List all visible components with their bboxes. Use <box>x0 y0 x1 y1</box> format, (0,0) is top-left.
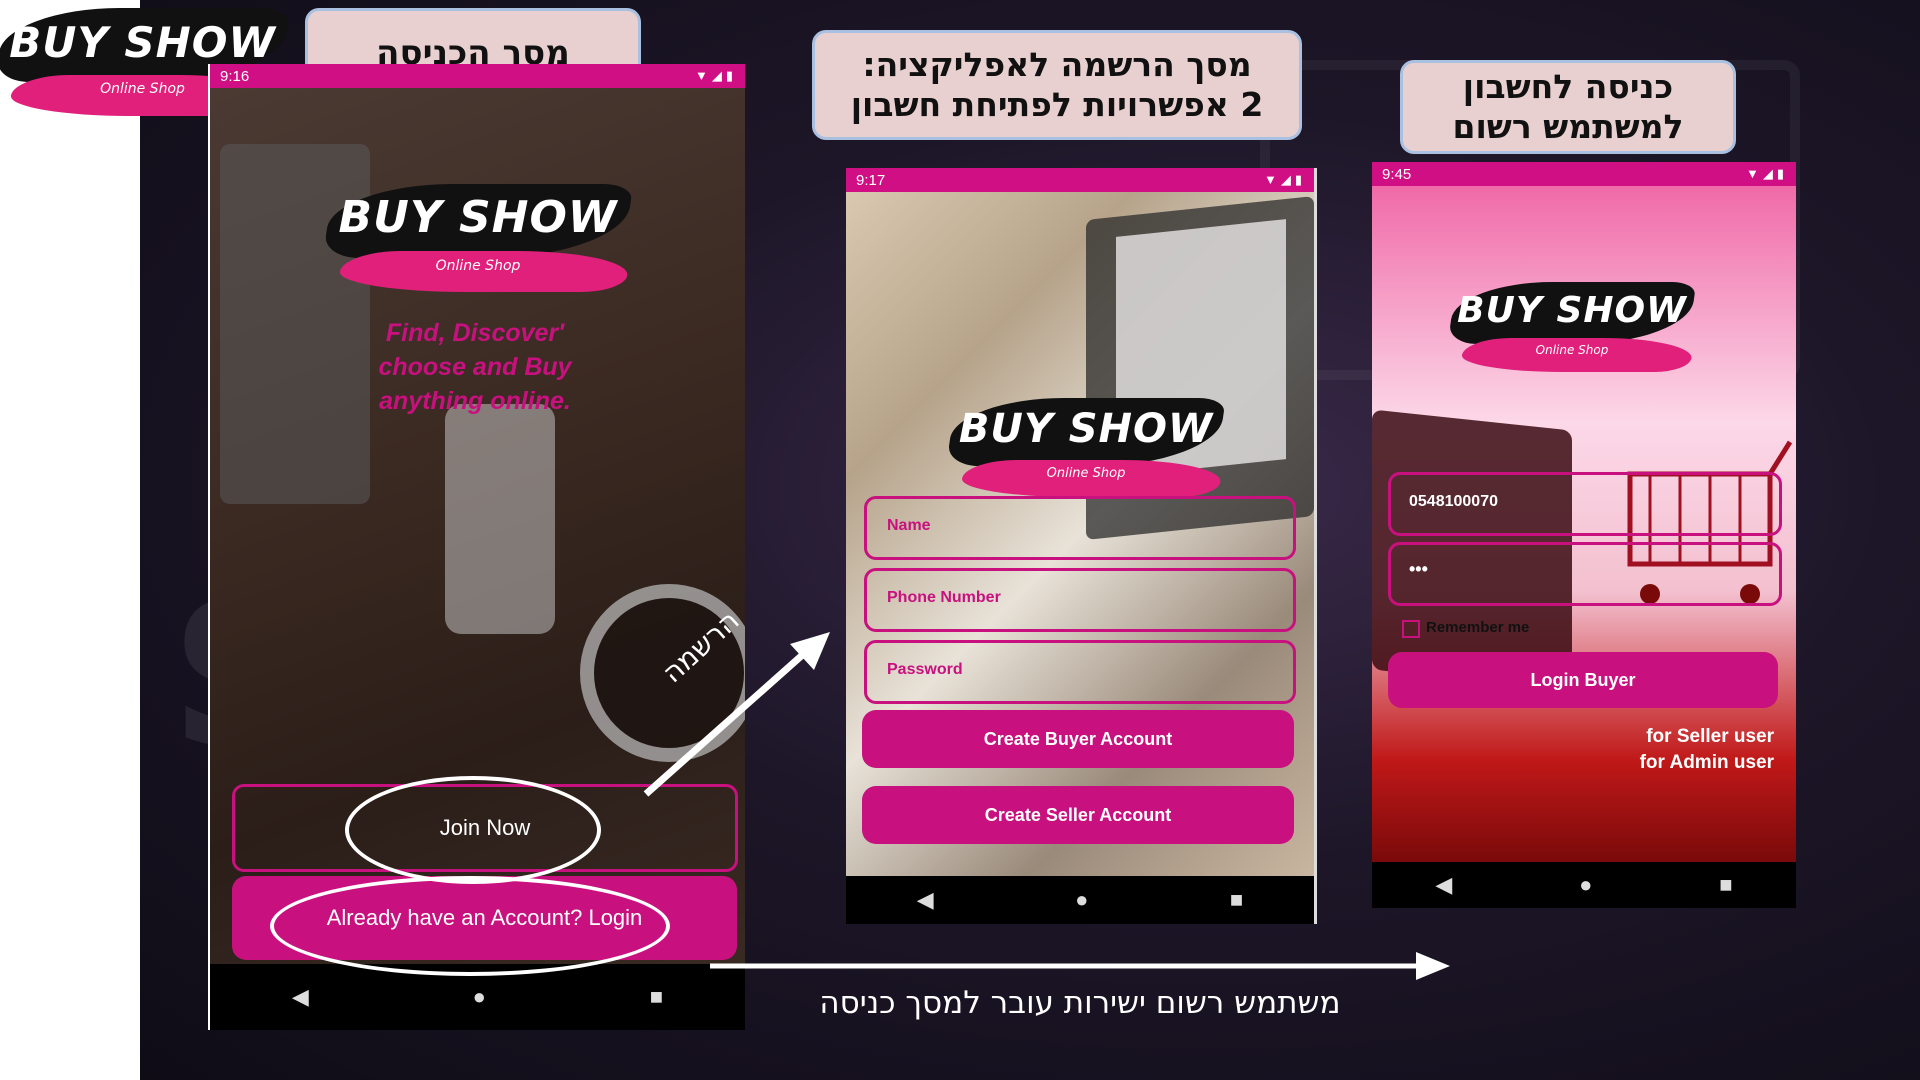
status-icons: ▼◢▮ <box>694 68 737 83</box>
login-buyer-button[interactable]: Login Buyer <box>1388 652 1778 708</box>
seller-login-link[interactable]: for Seller user <box>1646 726 1774 748</box>
login-logo: BUY SHOW Online Shop <box>1447 282 1697 382</box>
status-bar: 9:45 ▼◢▮ <box>1372 162 1796 186</box>
password-input[interactable]: ••• <box>1388 542 1782 606</box>
create-buyer-account-button[interactable]: Create Buyer Account <box>862 710 1294 768</box>
entry-logo: BUY SHOW Online Shop <box>322 184 634 304</box>
register-logo: BUY SHOW Online Shop <box>946 398 1226 508</box>
status-icons: ▼◢▮ <box>1745 166 1788 181</box>
remember-me-label: Remember me <box>1426 619 1530 636</box>
nav-bar: ◀ ● ■ <box>846 876 1314 924</box>
caption-login-screen: כניסה לחשבון למשתמש רשום <box>1400 60 1736 154</box>
back-icon[interactable]: ◀ <box>1435 872 1452 898</box>
back-icon[interactable]: ◀ <box>917 887 934 913</box>
create-buyer-label: Create Buyer Account <box>983 728 1173 749</box>
caption-login-line1: כניסה לחשבון <box>1462 67 1674 107</box>
caption-login-line2: למשתמש רשום <box>1452 107 1684 146</box>
recents-icon[interactable]: ■ <box>650 984 663 1010</box>
create-seller-account-button[interactable]: Create Seller Account <box>862 786 1294 844</box>
phone-prop-graphic <box>445 404 555 634</box>
phone-number-field[interactable]: Phone Number <box>864 568 1296 632</box>
home-icon[interactable]: ● <box>473 984 486 1010</box>
phone-register-screen: 9:17 ▼◢▮ BUY SHOW Online Shop Name Phone… <box>846 168 1317 924</box>
phone-input[interactable]: 0548100070 <box>1388 472 1782 536</box>
status-bar: 9:16 ▼◢▮ <box>210 64 745 88</box>
login-logo-title: BUY SHOW <box>1457 289 1687 331</box>
phone-login-screen: 9:45 ▼◢▮ BUY SHOW Online Shop 0548100070… <box>1372 162 1796 908</box>
bottom-arrow <box>710 952 1450 980</box>
password-field[interactable]: Password <box>864 640 1296 704</box>
entry-logo-title: BUY SHOW <box>338 192 618 243</box>
login-buyer-label: Login Buyer <box>1530 669 1636 690</box>
phone-number-placeholder: Phone Number <box>887 589 1001 606</box>
login-logo-subtitle: Online Shop <box>1535 343 1609 357</box>
register-logo-title: BUY SHOW <box>958 406 1214 453</box>
highlight-oval-login <box>270 876 670 976</box>
bottom-arrow-label: משתמש רשום ישירות עובר למסך כניסה <box>819 985 1341 1021</box>
status-time: 9:16 <box>220 67 250 85</box>
highlight-oval-join <box>345 776 601 884</box>
caption-register-line1: מסך הרשמה לאפליקציה: <box>862 45 1252 85</box>
remember-me-checkbox[interactable] <box>1402 620 1420 638</box>
home-icon[interactable]: ● <box>1075 887 1088 913</box>
name-field[interactable]: Name <box>864 496 1296 560</box>
caption-register-screen: מסך הרשמה לאפליקציה: 2 אפשרויות לפתיחת ח… <box>812 30 1302 140</box>
status-time: 9:17 <box>856 171 886 189</box>
register-logo-subtitle: Online Shop <box>1046 465 1126 481</box>
entry-logo-subtitle: Online Shop <box>435 258 521 274</box>
password-input-value: ••• <box>1409 559 1428 579</box>
corner-logo-subtitle: Online Shop <box>100 81 185 97</box>
caption-register-line2: 2 אפשרויות לפתיחת חשבון <box>850 85 1264 124</box>
recents-icon[interactable]: ■ <box>1230 887 1243 913</box>
create-seller-label: Create Seller Account <box>984 804 1172 825</box>
home-icon[interactable]: ● <box>1579 872 1592 898</box>
corner-logo-title: BUY SHOW <box>9 17 276 67</box>
status-icons: ▼◢▮ <box>1263 172 1306 187</box>
phone-input-value: 0548100070 <box>1409 493 1498 510</box>
status-time: 9:45 <box>1382 165 1412 183</box>
status-bar: 9:17 ▼◢▮ <box>846 168 1314 192</box>
recents-icon[interactable]: ■ <box>1719 872 1732 898</box>
nav-bar: ◀ ● ■ <box>1372 862 1796 908</box>
password-placeholder: Password <box>887 661 963 678</box>
name-field-placeholder: Name <box>887 517 931 534</box>
admin-login-link[interactable]: for Admin user <box>1640 752 1774 774</box>
entry-tagline: Find, Discover' choose and Buy anything … <box>378 319 572 415</box>
back-icon[interactable]: ◀ <box>292 984 309 1010</box>
